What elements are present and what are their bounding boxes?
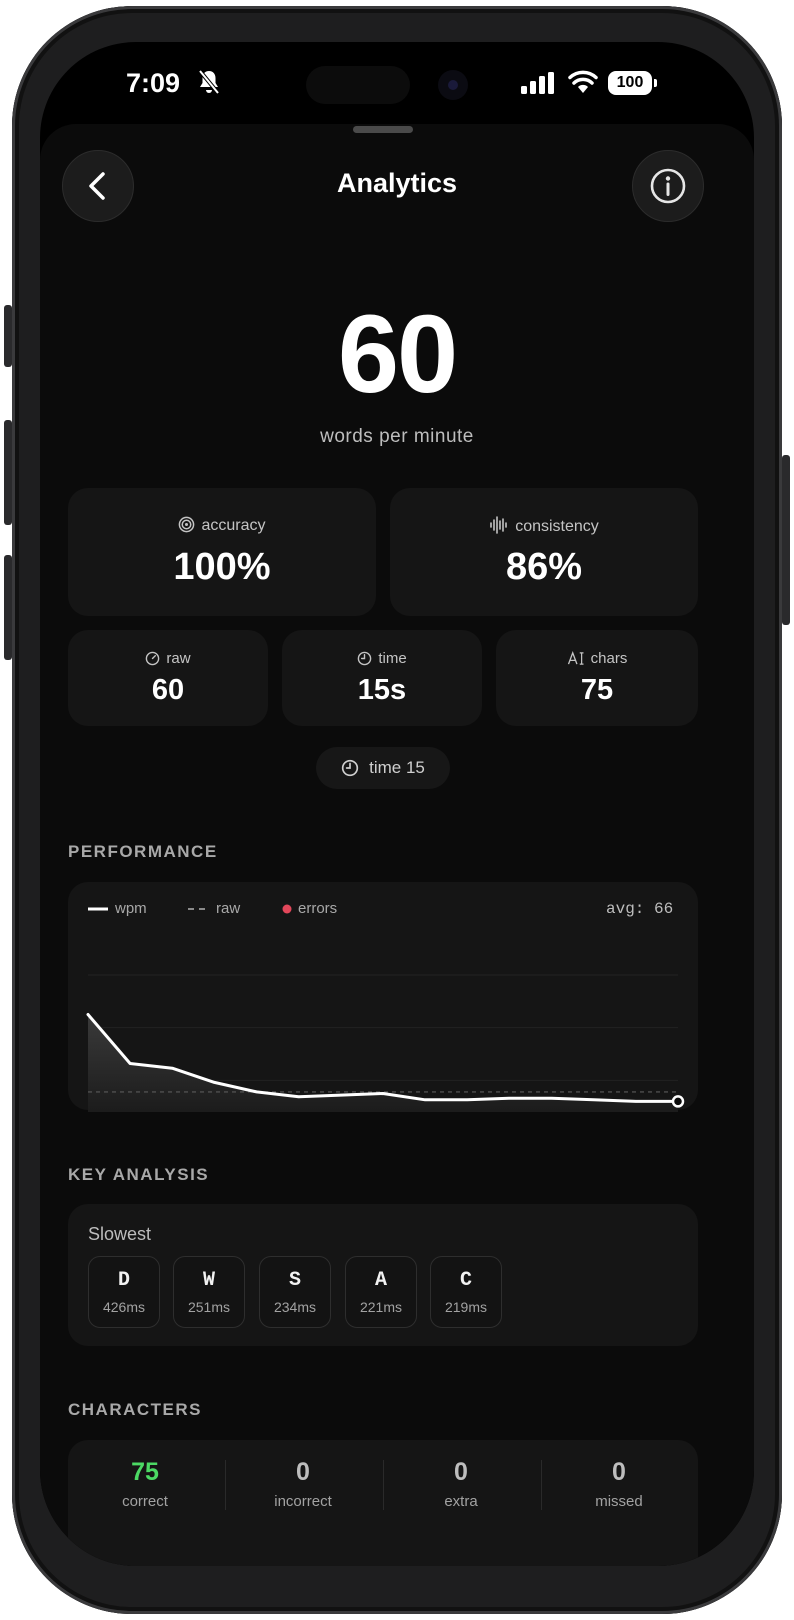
target-icon [179,516,195,533]
volume-up-button [4,420,12,525]
power-button [782,455,790,625]
key-chip: S 234ms [259,1256,331,1328]
raw-label-row: raw [68,650,268,667]
sheet-grabber[interactable] [353,126,413,133]
wpm-area [88,1014,678,1112]
key-letter: C [459,1269,472,1292]
legend-errors-swatch [282,904,292,914]
consistency-label: consistency [515,518,599,535]
missed-value: 0 [612,1458,626,1486]
performance-section-title: PERFORMANCE [68,842,218,861]
clock-icon [341,759,359,777]
legend-wpm: wpm [115,900,147,917]
key-time: 426ms [102,1299,146,1315]
dynamic-island [306,66,410,104]
key-time: 251ms [187,1299,231,1315]
key-chip: A 221ms [345,1256,417,1328]
incorrect-count: 0 incorrect [228,1458,378,1510]
time-value: 15s [357,674,407,706]
signal-icon [521,72,554,94]
divider [383,1460,384,1510]
consistency-value: 86% [505,546,583,588]
key-letter: W [202,1269,215,1292]
volume-down-button [4,555,12,660]
battery-icon: 100 [608,71,657,95]
correct-count: 75 correct [70,1458,220,1510]
bell-slash-icon [198,69,220,95]
wpm-label: words per minute [320,426,474,447]
consistency-card: consistency 86% [390,488,698,616]
key-chip: C 219ms [430,1256,502,1328]
time-card: time 15s [282,630,482,726]
mode-pill[interactable]: time 15 [316,747,450,789]
info-button[interactable] [632,150,704,222]
divider [541,1460,542,1510]
key-chip: D 426ms [88,1256,160,1328]
status-time: 7:09 [126,68,181,98]
chars-label: chars [590,650,628,667]
raw-card: raw 60 [68,630,268,726]
divider [225,1460,226,1510]
silent-switch [4,305,12,367]
missed-count: 0 missed [544,1458,694,1510]
chars-card: chars 75 [496,630,698,726]
accuracy-label-row: accuracy [68,516,376,535]
missed-label: missed [595,1493,643,1510]
key-letter: S [288,1269,301,1292]
characters-section-title: CHARACTERS [68,1400,202,1419]
chars-label-row: chars [496,650,698,667]
waveform-icon [490,516,508,534]
legend-errors: errors [298,900,338,917]
accuracy-value: 100% [173,546,271,588]
extra-value: 0 [454,1458,468,1486]
gauge-icon [146,651,160,666]
info-icon [650,168,686,204]
key-chip: W 251ms [173,1256,245,1328]
accuracy-label: accuracy [201,517,266,534]
legend-raw-swatch [188,908,208,910]
clock-icon [358,651,372,666]
raw-value: 60 [151,674,185,706]
wpm-point [671,1095,685,1108]
accuracy-card: accuracy 100% [68,488,376,616]
key-analysis-section-title: KEY ANALYSIS [68,1165,210,1184]
raw-label: raw [166,650,191,667]
average-label: avg: 66 [606,900,674,918]
slowest-label: Slowest [88,1224,152,1244]
key-letter: D [117,1269,130,1292]
consistency-label-row: consistency [390,516,698,536]
wifi-icon [568,70,598,93]
screen: 7:09 100 Analytics 60 words per minute a… [40,42,754,1566]
time-label: time [378,650,407,667]
key-time: 234ms [273,1299,317,1315]
incorrect-label: incorrect [274,1493,332,1510]
chars-value: 75 [580,674,614,706]
key-letter: A [374,1269,387,1292]
time-label-row: time [282,650,482,667]
extra-count: 0 extra [386,1458,536,1510]
correct-label: correct [122,1493,168,1510]
legend-wpm-swatch [88,907,108,911]
text-cursor-icon [567,651,584,665]
correct-value: 75 [131,1458,159,1486]
status-bar: 7:09 100 [40,42,754,112]
legend-raw: raw [216,900,241,917]
key-time: 221ms [359,1299,403,1315]
mode-label: time 15 [369,758,425,777]
front-camera [438,70,468,100]
extra-label: extra [444,1493,478,1510]
key-time: 219ms [444,1299,488,1315]
performance-chart [86,974,685,1112]
wpm-value: 60 [337,293,458,416]
incorrect-value: 0 [296,1458,310,1486]
